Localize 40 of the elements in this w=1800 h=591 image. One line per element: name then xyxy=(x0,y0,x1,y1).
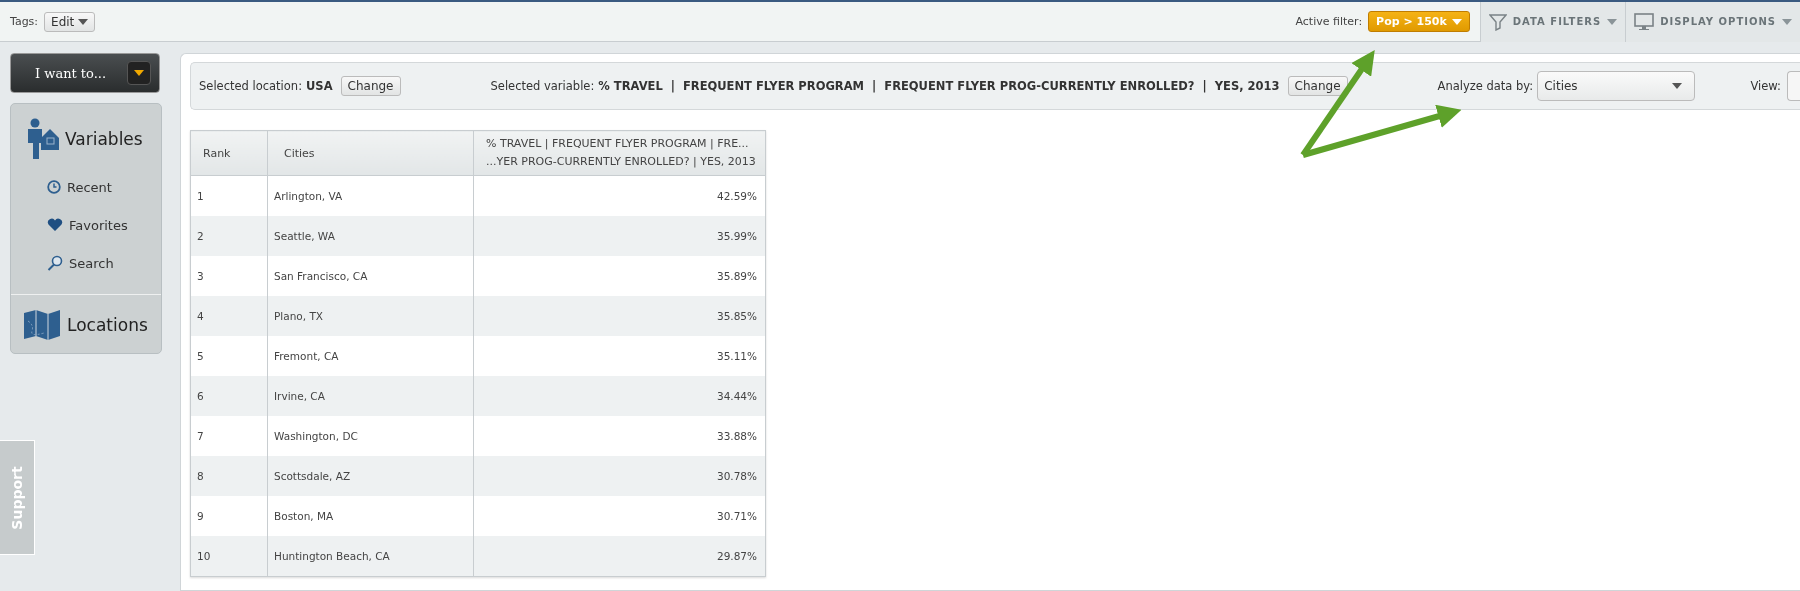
variable-label: Selected variable: xyxy=(490,79,595,93)
analyze-label: Analyze data by: xyxy=(1437,79,1534,93)
caret-icon xyxy=(1782,18,1792,25)
i-want-to-button[interactable]: I want to... xyxy=(10,53,160,93)
caret-icon xyxy=(1451,18,1462,25)
map-icon xyxy=(23,309,61,341)
caret-icon xyxy=(1607,18,1618,25)
column-header[interactable]: % TRAVEL | FREQUENT FLYER PROGRAM | FRE... ...YER PROG-CURRENTLY ENROLLED? | YES, 2013 xyxy=(473,130,766,176)
sidebar-item[interactable]: Recent xyxy=(11,168,161,206)
location-value: USA xyxy=(306,79,333,93)
location-label: Selected location: xyxy=(199,79,302,93)
caret-icon xyxy=(78,18,89,25)
active-filter-label: Active filter: xyxy=(1295,15,1363,28)
change-button[interactable]: Change xyxy=(1287,76,1348,96)
view-label: View: xyxy=(1750,79,1781,93)
monitor-icon xyxy=(1634,12,1655,31)
sidebar-item[interactable]: Favorites xyxy=(11,206,161,244)
edit-button[interactable]: Edit xyxy=(44,11,96,32)
tags-label: Tags: xyxy=(10,15,39,28)
menu-button[interactable]: DATA FILTERS xyxy=(1479,1,1626,42)
table-cell: 29.87% xyxy=(473,536,766,577)
table-cell: Huntington Beach, CA xyxy=(267,536,474,577)
variable-value: % TRAVEL | FREQUENT FLYER PROGRAM | FREQUENT FLYER PROG-CURRENTLY ENROLLED? | YES, 2013 xyxy=(598,79,1280,93)
column-header[interactable]: Cities xyxy=(267,130,474,176)
view-dropdown[interactable] xyxy=(1787,71,1800,101)
sidebar-item[interactable]: Search xyxy=(11,244,161,282)
menu-button[interactable]: DISPLAY OPTIONS xyxy=(1625,1,1800,42)
sidebar-section-title[interactable]: Locations xyxy=(11,309,161,341)
caret-icon xyxy=(1672,83,1683,89)
heart-icon xyxy=(47,218,63,232)
table-cell: 10 xyxy=(190,536,268,577)
analyze-dropdown[interactable]: Cities xyxy=(1537,71,1696,101)
person-house-icon xyxy=(27,118,59,160)
change-button[interactable]: Change xyxy=(340,76,401,96)
sidebar-section-title[interactable]: Variables xyxy=(11,118,161,160)
column-header[interactable]: Rank xyxy=(190,130,268,176)
triangle-icon xyxy=(134,70,144,76)
funnel-icon xyxy=(1488,12,1507,31)
search-icon xyxy=(47,255,63,271)
clock-icon xyxy=(47,180,61,194)
